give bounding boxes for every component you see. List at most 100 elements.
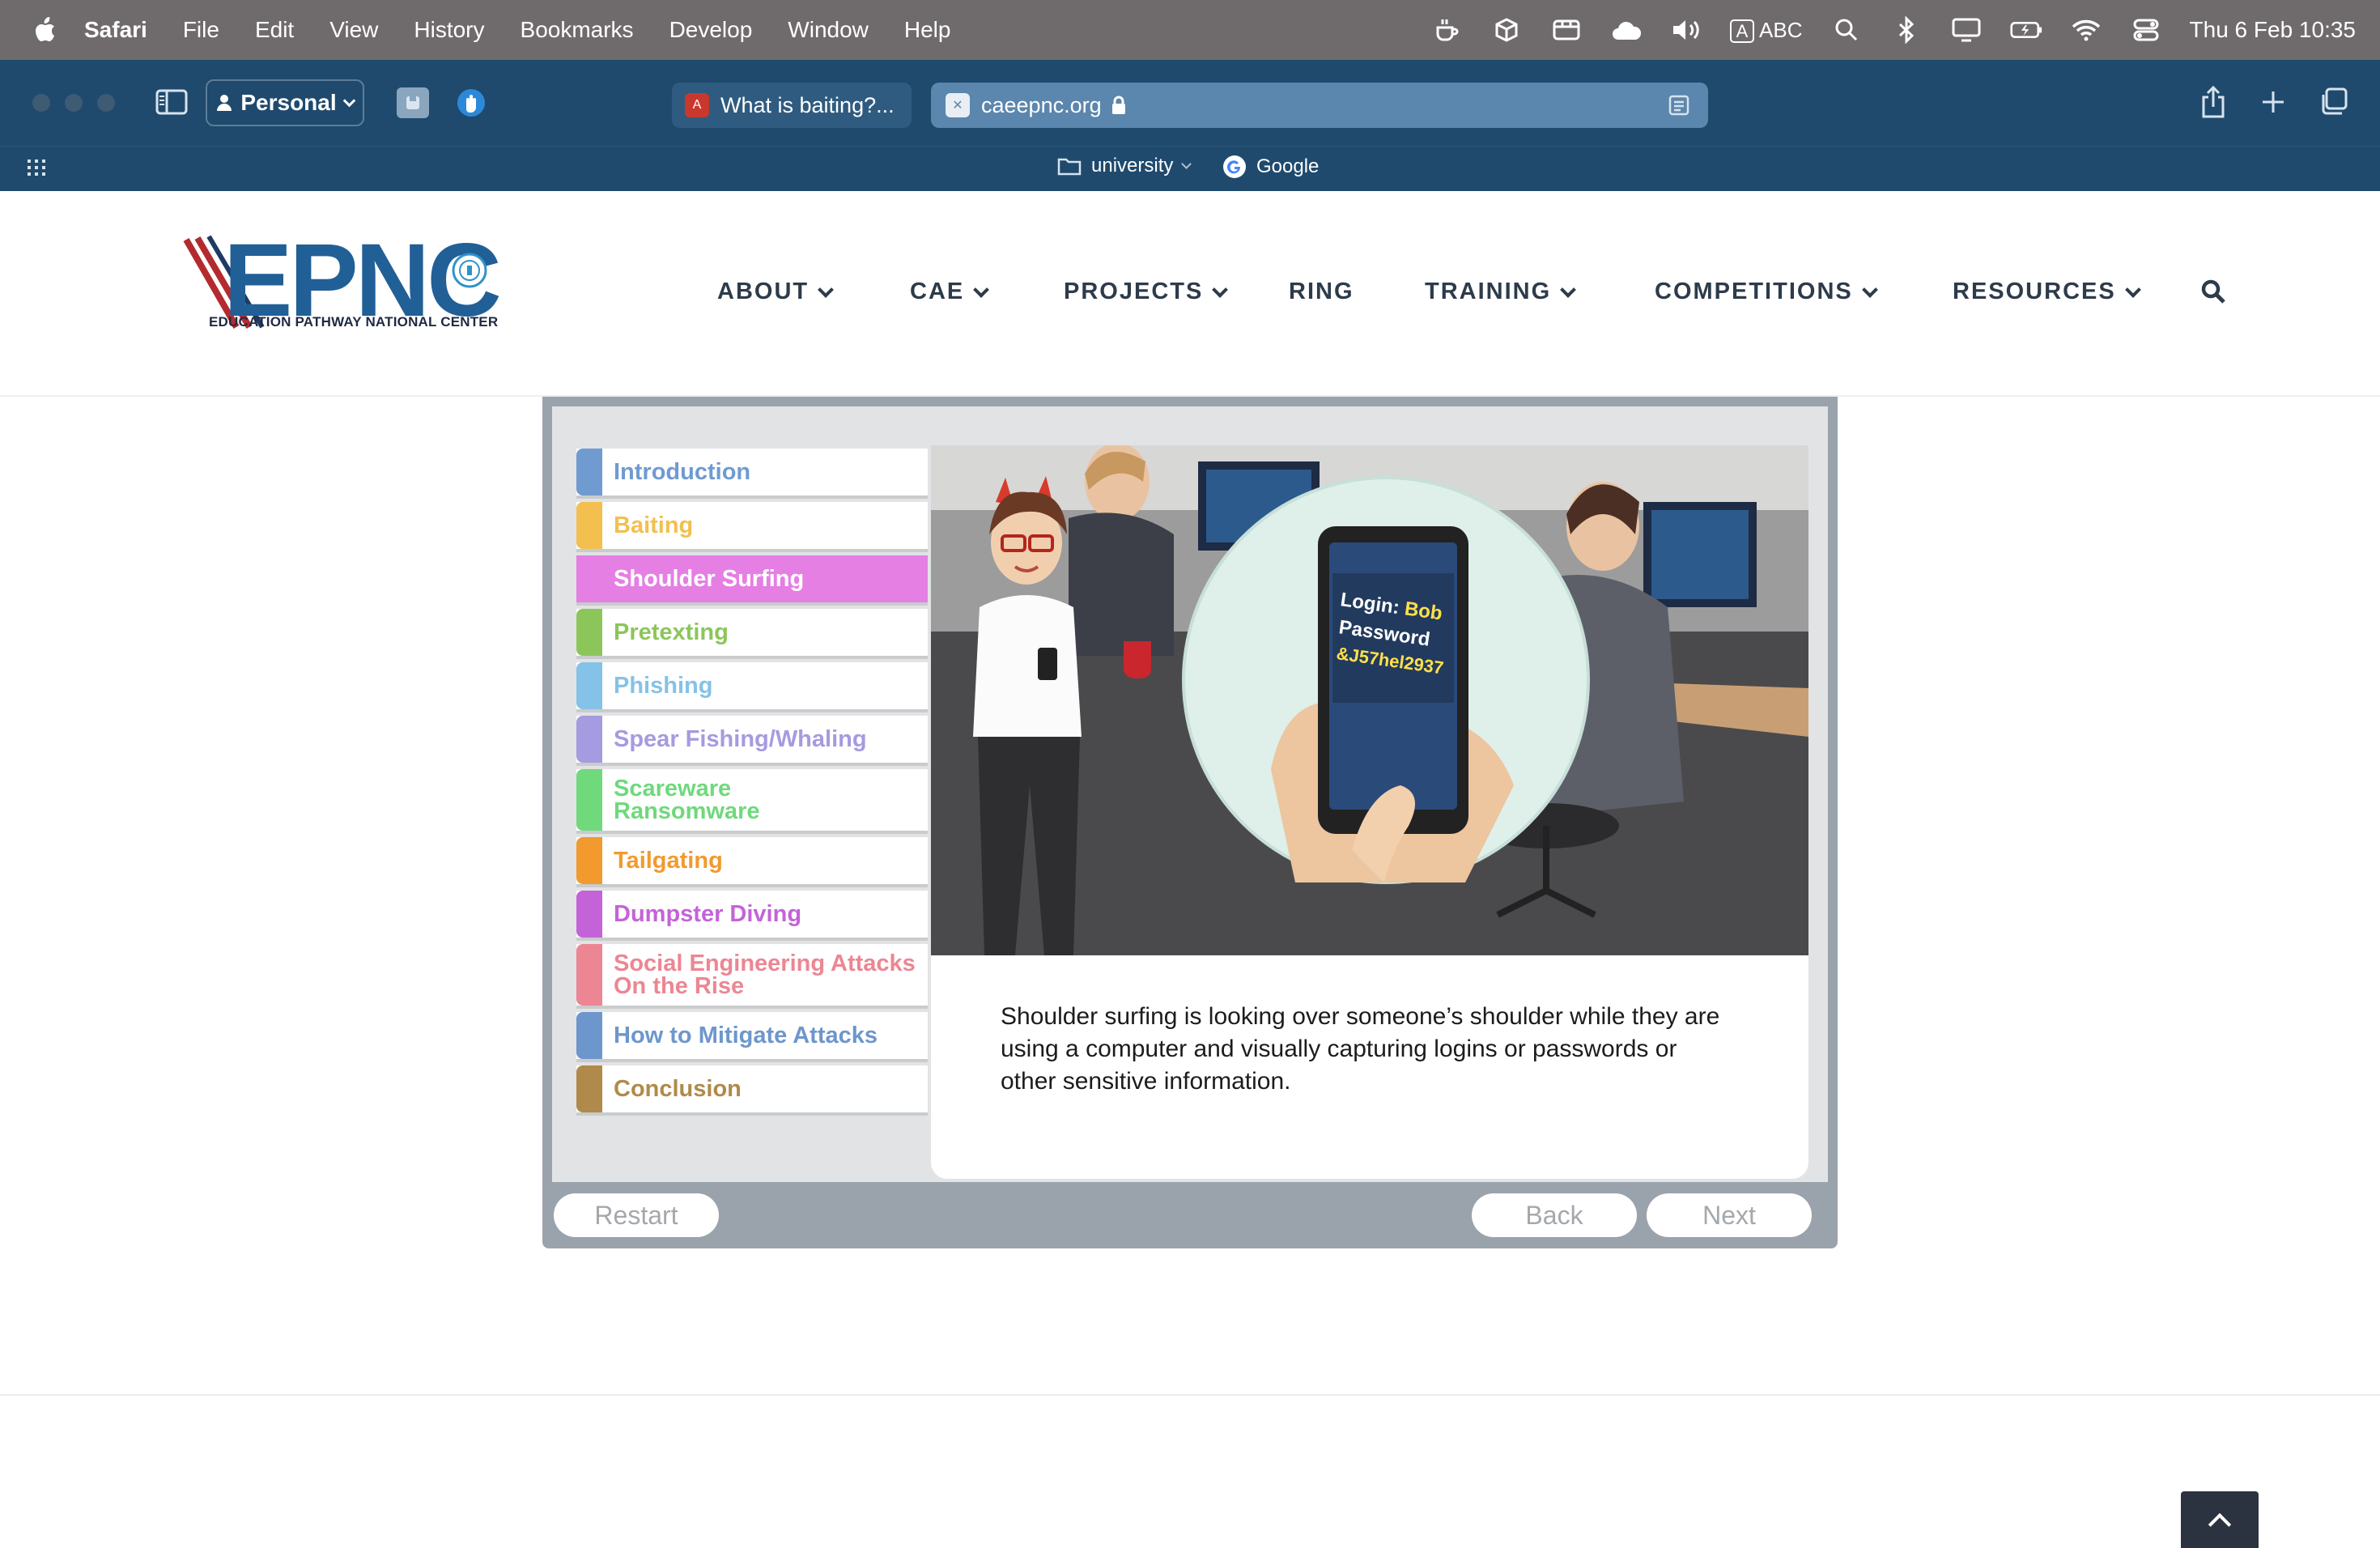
window-minimize-button[interactable] <box>65 94 83 112</box>
cloud-icon[interactable] <box>1610 14 1643 46</box>
tab-favicon-icon: A <box>685 93 709 117</box>
favorites-link-google[interactable]: Google <box>1222 155 1319 179</box>
restart-button[interactable]: Restart <box>554 1193 719 1237</box>
nav-ring[interactable]: RING <box>1289 279 1354 305</box>
menu-color-swatch <box>576 944 602 1006</box>
menu-item-conclusion[interactable]: Conclusion <box>576 1065 928 1116</box>
menu-item-label: Scareware Ransomware <box>614 776 760 824</box>
menu-item-dumpster-diving[interactable]: Dumpster Diving <box>576 891 928 941</box>
nav-competitions[interactable]: COMPETITIONS <box>1655 279 1878 305</box>
window-close-button[interactable] <box>32 94 50 112</box>
volume-icon[interactable] <box>1670 14 1702 46</box>
site-header: EPNC EDUCATION PATHWAY NATIONAL CENTER A… <box>0 191 2380 397</box>
bluetooth-icon[interactable] <box>1890 14 1923 46</box>
chevron-down-icon <box>973 281 990 298</box>
screen-mirroring-icon[interactable] <box>1950 14 1983 46</box>
nav-projects[interactable]: PROJECTS <box>1064 279 1229 305</box>
menu-item-tailgating[interactable]: Tailgating <box>576 837 928 887</box>
menu-item-spear-fishing[interactable]: Spear Fishing/Whaling <box>576 716 928 766</box>
input-source-label: ABC <box>1759 17 1803 42</box>
menu-item-mitigate-attacks[interactable]: How to Mitigate Attacks <box>576 1012 928 1062</box>
hand-extension-icon[interactable] <box>455 87 487 118</box>
input-source-badge: A <box>1729 19 1755 43</box>
nav-ring-label: RING <box>1289 279 1354 304</box>
chevron-down-icon <box>342 94 355 107</box>
menu-item-label: Pretexting <box>614 619 729 645</box>
tab-overview-icon[interactable] <box>2317 86 2349 118</box>
sidebar-toggle-icon[interactable] <box>154 86 189 118</box>
slide-content-card: Login: Bob Password &J57hel2937 Shoulder… <box>931 445 1808 1179</box>
tab-caeepnc[interactable]: ✕ caeepnc.org <box>931 83 1708 128</box>
menu-history[interactable]: History <box>414 17 484 43</box>
menu-color-swatch <box>576 609 602 656</box>
tab-baiting[interactable]: A What is baiting?... <box>672 83 912 128</box>
module-stage: Introduction Baiting Shoulder Surfing Pr… <box>552 406 1828 1182</box>
menu-item-phishing[interactable]: Phishing <box>576 662 928 712</box>
menu-color-swatch <box>576 769 602 831</box>
safari-toolbar: Personal A What is baiting?... ✕ caeepnc… <box>0 60 2380 146</box>
shoulder-surfing-illustration: Login: Bob Password &J57hel2937 <box>931 445 1808 955</box>
folder-icon <box>1057 158 1082 176</box>
window-zoom-button[interactable] <box>97 94 115 112</box>
address-bar-url[interactable]: caeepnc.org <box>981 93 1102 118</box>
nav-cae[interactable]: CAE <box>910 279 990 305</box>
menu-edit[interactable]: Edit <box>255 17 294 43</box>
menu-item-social-engineering-rise[interactable]: Social Engineering Attacks On the Rise <box>576 944 928 1009</box>
chevron-up-icon <box>2208 1512 2232 1537</box>
profile-selector[interactable]: Personal <box>206 79 364 126</box>
menu-item-label: Spear Fishing/Whaling <box>614 726 867 752</box>
cube-icon[interactable] <box>1490 14 1523 46</box>
share-icon[interactable] <box>2197 84 2229 120</box>
favorites-folder-label: university <box>1091 155 1174 176</box>
nav-about[interactable]: ABOUT <box>717 279 835 305</box>
chevron-down-icon <box>1560 281 1577 298</box>
spotlight-search-icon[interactable] <box>1830 14 1863 46</box>
menu-file[interactable]: File <box>183 17 219 43</box>
menubar-clock[interactable]: Thu 6 Feb 10:35 <box>2190 17 2356 43</box>
control-center-icon[interactable] <box>2130 14 2162 46</box>
menu-color-swatch <box>576 1065 602 1112</box>
battery-icon[interactable] <box>2009 14 2042 46</box>
menu-color-swatch <box>576 891 602 938</box>
macos-menu-bar: Safari File Edit View History Bookmarks … <box>0 0 2380 60</box>
favorites-folder-university[interactable]: university <box>1057 155 1192 177</box>
menu-color-swatch <box>576 502 602 549</box>
scroll-to-top-button[interactable] <box>2181 1491 2259 1548</box>
menu-app-safari[interactable]: Safari <box>84 17 147 43</box>
nav-resources[interactable]: RESOURCES <box>1953 279 2141 305</box>
apps-grid-icon[interactable] <box>28 159 45 176</box>
window-grid-icon[interactable] <box>1550 14 1583 46</box>
menu-help[interactable]: Help <box>904 17 951 43</box>
menu-bookmarks[interactable]: Bookmarks <box>521 17 634 43</box>
nav-training[interactable]: TRAINING <box>1425 279 1577 305</box>
menu-item-label: Social Engineering Attacks On the Rise <box>614 950 916 999</box>
menu-item-baiting[interactable]: Baiting <box>576 502 928 552</box>
menu-develop[interactable]: Develop <box>669 17 753 43</box>
next-button[interactable]: Next <box>1647 1193 1812 1237</box>
menu-window[interactable]: Window <box>788 17 869 43</box>
chevron-down-icon <box>1181 158 1192 169</box>
menu-item-shoulder-surfing[interactable]: Shoulder Surfing <box>576 555 928 606</box>
tab-close-icon[interactable]: ✕ <box>946 93 970 117</box>
nav-projects-label: PROJECTS <box>1064 279 1204 304</box>
menu-item-introduction[interactable]: Introduction <box>576 449 928 499</box>
wifi-icon[interactable] <box>2070 14 2102 46</box>
coffee-icon[interactable] <box>1430 14 1463 46</box>
menu-item-label: Tailgating <box>614 848 723 874</box>
back-button[interactable]: Back <box>1472 1193 1637 1237</box>
apple-icon[interactable] <box>32 16 57 44</box>
person-icon <box>217 95 232 111</box>
chevron-down-icon <box>818 281 835 298</box>
new-tab-icon[interactable] <box>2257 86 2289 118</box>
extension-icon[interactable] <box>397 87 429 118</box>
menu-view[interactable]: View <box>329 17 378 43</box>
nav-cae-label: CAE <box>910 279 965 304</box>
menu-color-swatch <box>576 837 602 884</box>
input-source-indicator[interactable]: A ABC <box>1729 17 1803 43</box>
site-search-icon[interactable] <box>2200 279 2226 304</box>
logo-subtitle: EDUCATION PATHWAY NATIONAL CENTER <box>209 314 499 330</box>
menu-item-pretexting[interactable]: Pretexting <box>576 609 928 659</box>
menu-item-scareware[interactable]: Scareware Ransomware <box>576 769 928 834</box>
slide-body-text: Shoulder surfing is looking over someone… <box>1001 1003 1720 1095</box>
reader-mode-icon[interactable] <box>1668 94 1690 117</box>
